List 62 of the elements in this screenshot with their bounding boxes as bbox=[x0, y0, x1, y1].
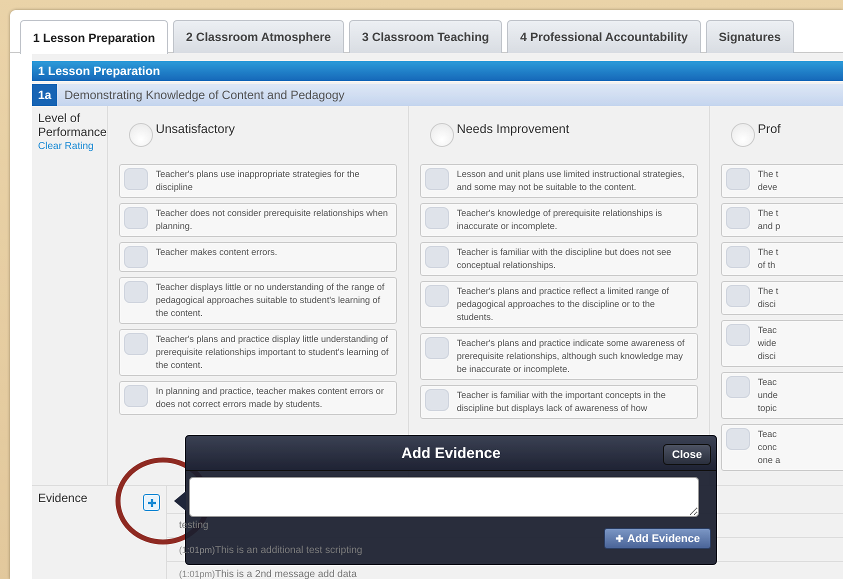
checkbox[interactable] bbox=[726, 428, 750, 450]
checkbox[interactable] bbox=[124, 207, 148, 229]
level-name: Prof bbox=[758, 122, 781, 136]
evidence-input[interactable] bbox=[189, 477, 699, 517]
checkbox[interactable] bbox=[424, 168, 449, 190]
checkbox[interactable] bbox=[124, 385, 148, 407]
level-name: Needs Improvement bbox=[456, 122, 570, 136]
indicator-text: Teac unde topic bbox=[758, 376, 778, 415]
checkbox[interactable] bbox=[726, 207, 750, 229]
level-name: Unsatisfactory bbox=[156, 122, 235, 136]
indicator-text: Teacher makes content errors. bbox=[156, 246, 278, 259]
evidence-entry: (1:01pm)This is a 2nd message add data bbox=[179, 569, 357, 579]
popup-title: Add Evidence bbox=[401, 444, 501, 462]
indicator-text: The t deve bbox=[758, 168, 778, 194]
checkbox[interactable] bbox=[124, 333, 148, 355]
checkbox[interactable] bbox=[124, 246, 148, 268]
indicator-text: Teacher is familiar with the discipline but does not see conceptual relationships. bbox=[456, 246, 672, 272]
indicator-text: The t of th bbox=[758, 246, 778, 272]
checkbox[interactable] bbox=[124, 168, 148, 190]
checkbox[interactable] bbox=[424, 337, 449, 359]
radio-button[interactable] bbox=[730, 123, 755, 147]
indicator-text: Teacher's knowledge of prerequisite relationships is inaccurate or incomplete. bbox=[456, 207, 664, 233]
tab[interactable]: 2 Classroom Atmosphere bbox=[173, 20, 344, 53]
tab[interactable]: 1 Lesson Preparation bbox=[20, 20, 168, 54]
tab[interactable]: 4 Professional Accountability bbox=[507, 20, 701, 53]
close-button[interactable]: Close bbox=[663, 444, 711, 465]
tab[interactable]: 3 Classroom Teaching bbox=[348, 20, 502, 53]
radio-button[interactable] bbox=[128, 123, 153, 147]
indicator-text: Teacher's plans use inappropriate strategies for the discipline bbox=[156, 168, 361, 194]
indicator-text: Teacher's plans and practice indicate some awareness of prerequisite relationships, although such knowledge may be inaccurate or incomplete. bbox=[456, 337, 686, 376]
radio-button[interactable] bbox=[430, 123, 454, 147]
add-evidence-button[interactable] bbox=[143, 494, 160, 511]
tab[interactable]: Signatures bbox=[706, 20, 794, 53]
plus-icon bbox=[615, 534, 624, 543]
add-evidence-submit-button[interactable]: Add Evidence bbox=[604, 528, 711, 549]
component-code: 1a bbox=[32, 84, 58, 106]
indicator-text: Teac wide disci bbox=[758, 324, 777, 363]
indicator-text: Teacher's plans and practice reflect a limited range of pedagogical approaches to the discipline or to the students. bbox=[456, 285, 670, 324]
section-header: 1 Lesson Preparation bbox=[32, 61, 843, 81]
checkbox[interactable] bbox=[726, 324, 750, 346]
indicator-text: The t and p bbox=[758, 207, 780, 233]
indicator-text: Teac conc one a bbox=[758, 428, 780, 467]
plus-icon bbox=[146, 498, 156, 508]
checkbox[interactable] bbox=[124, 281, 148, 303]
indicator-text: The t disci bbox=[758, 285, 778, 311]
indicator-text: Teacher is familiar with the important concepts in the discipline but displays lack of awareness of how bbox=[456, 389, 667, 415]
row-label: Evidence bbox=[38, 491, 88, 505]
checkbox[interactable] bbox=[726, 168, 750, 190]
checkbox[interactable] bbox=[424, 246, 449, 268]
checkbox[interactable] bbox=[726, 376, 750, 398]
row-label: Level of Performance bbox=[38, 111, 107, 139]
checkbox[interactable] bbox=[424, 285, 449, 307]
checkbox[interactable] bbox=[424, 207, 449, 229]
indicator-text: In planning and practice, teacher makes content errors or does not correct errors made by students. bbox=[156, 385, 385, 411]
checkbox[interactable] bbox=[726, 285, 750, 307]
checkbox[interactable] bbox=[424, 389, 449, 411]
indicator-text: Teacher's plans and practice display little understanding of prerequisite relationships important to student's learning of the content. bbox=[156, 333, 390, 372]
checkbox[interactable] bbox=[726, 246, 750, 268]
component-title: Demonstrating Knowledge of Content and Pedagogy bbox=[64, 88, 345, 102]
indicator-text: Lesson and unit plans use limited instructional strategies, and some may not be suitable to the content. bbox=[456, 168, 686, 194]
indicator-text: Teacher does not consider prerequisite relationships when planning. bbox=[156, 207, 389, 233]
indicator-text: Teacher displays little or no understanding of the range of pedagogical approaches suitable to student's learning of the content. bbox=[156, 281, 386, 320]
